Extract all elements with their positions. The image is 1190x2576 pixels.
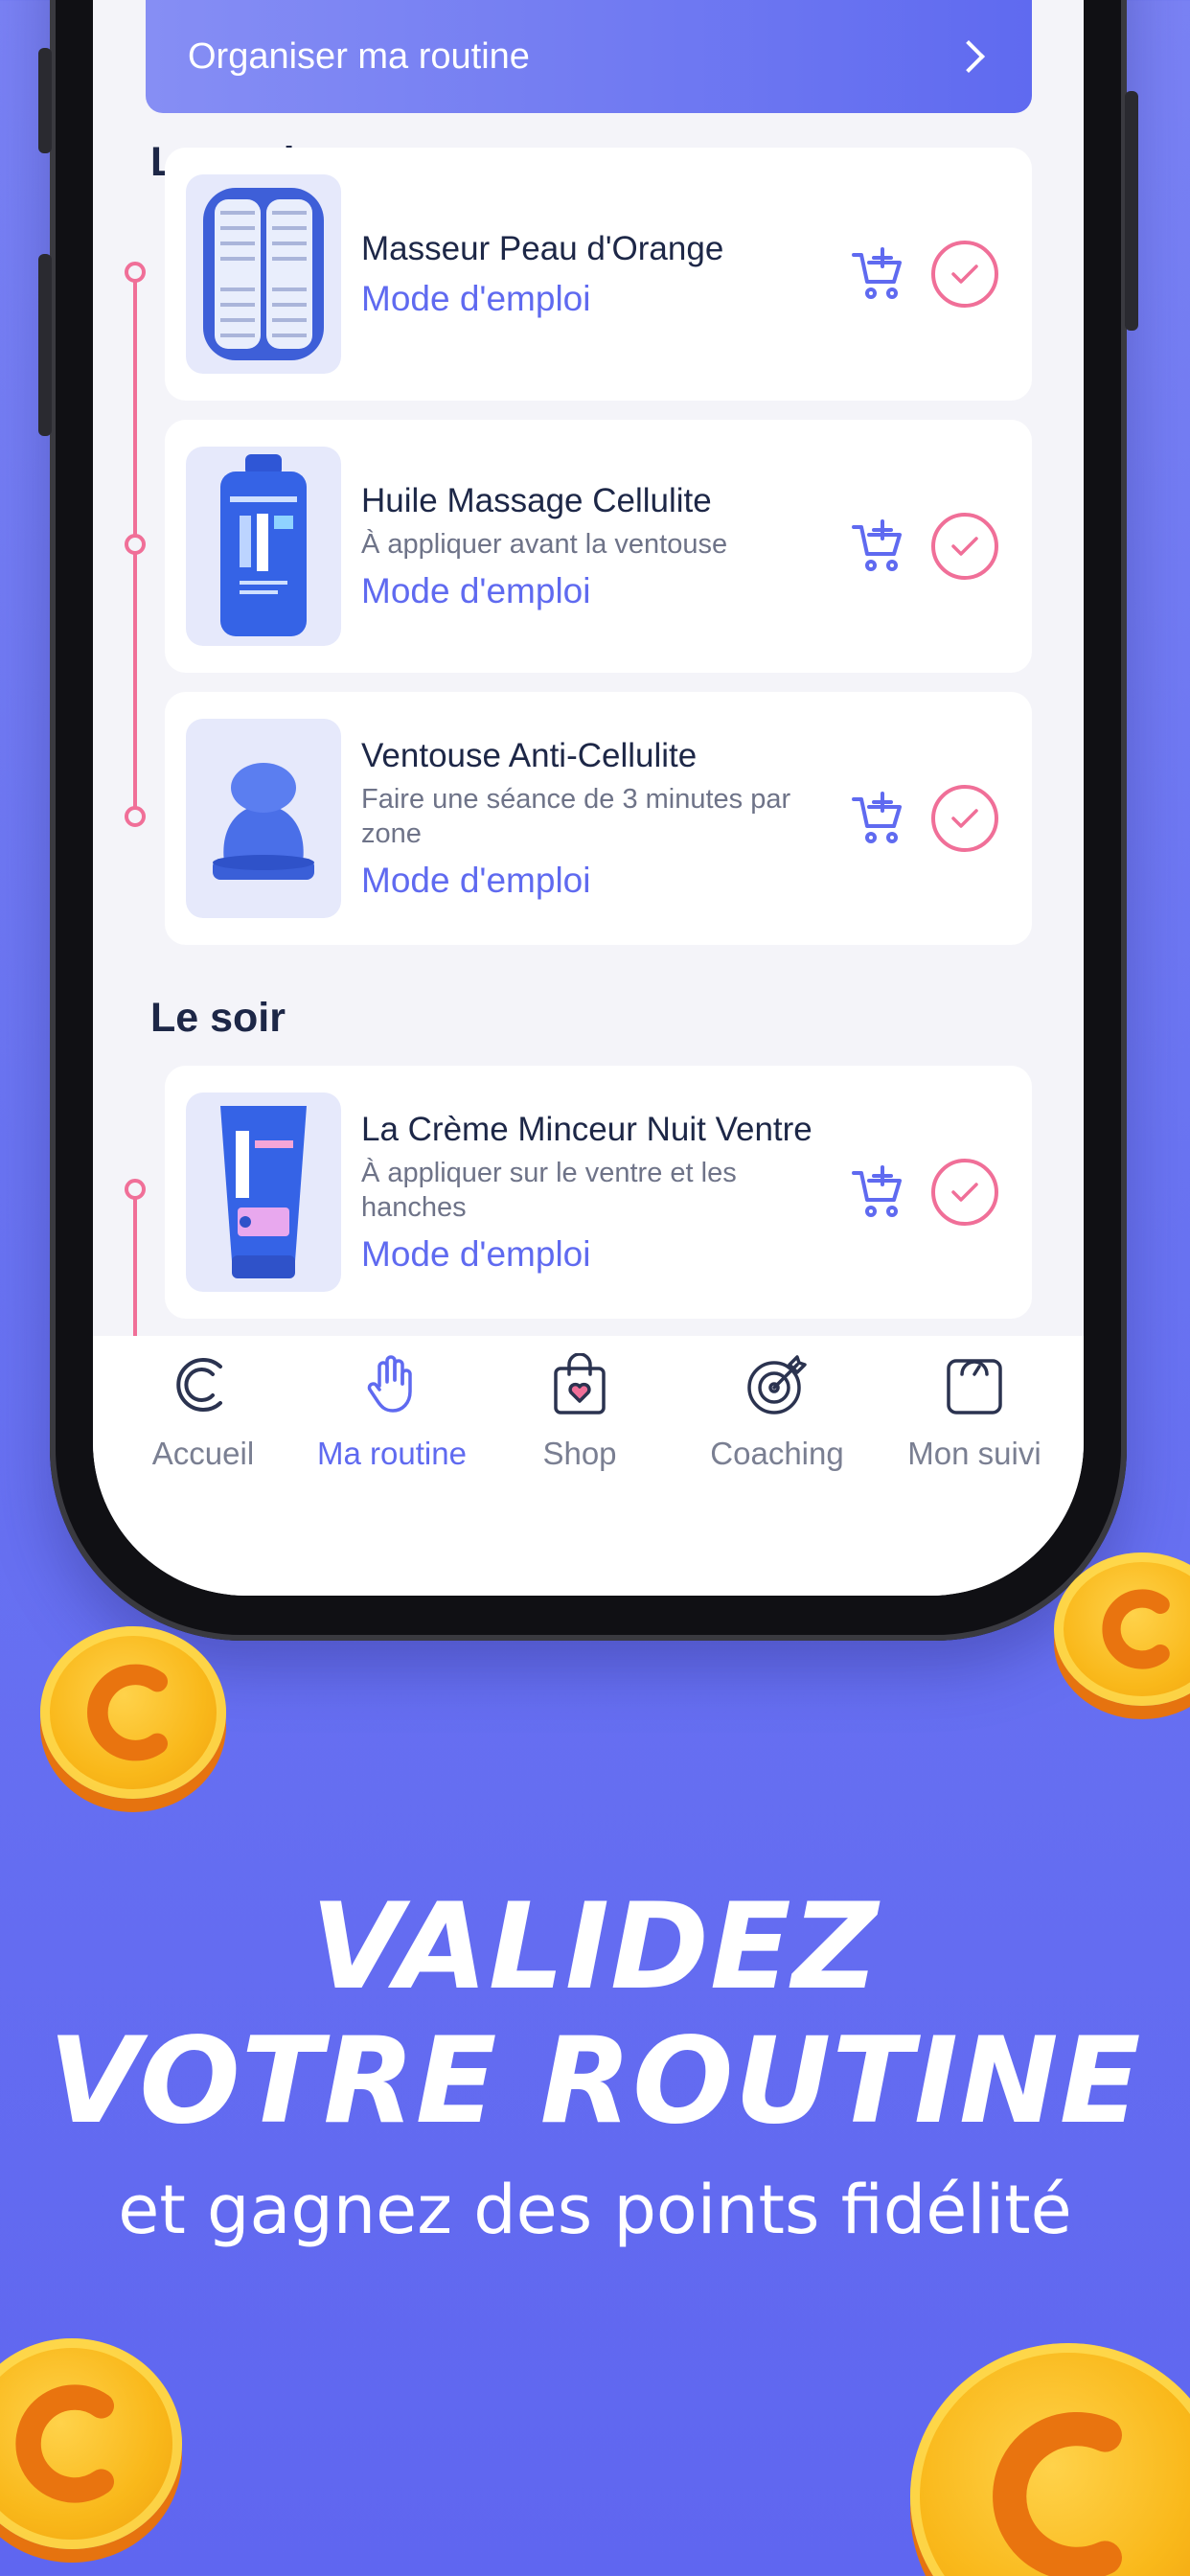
- validate-check-button[interactable]: [931, 241, 998, 308]
- bottom-tab-bar: Accueil Ma routine Shop Coaching Mon sui…: [93, 1336, 1084, 1596]
- coin-icon: [40, 1626, 226, 1799]
- product-card[interactable]: Masseur Peau d'Orange Mode d'emploi: [165, 148, 1032, 401]
- add-to-cart-icon[interactable]: [850, 245, 907, 303]
- tab-label: Accueil: [151, 1436, 255, 1471]
- shopping-bag-icon: [554, 1353, 606, 1414]
- tab-label: Coaching: [710, 1436, 844, 1471]
- organise-routine-label: Organiser ma routine: [188, 35, 530, 77]
- add-to-cart-icon[interactable]: [850, 790, 907, 847]
- instructions-link[interactable]: Mode d'emploi: [361, 571, 840, 611]
- coin-icon: [910, 2343, 1190, 2576]
- instructions-link[interactable]: Mode d'emploi: [361, 1234, 840, 1275]
- suction-cup-image: [186, 719, 341, 918]
- add-to-cart-icon[interactable]: [850, 518, 907, 575]
- validate-check-button[interactable]: [931, 1159, 998, 1226]
- product-subtitle: À appliquer avant la ventouse: [361, 528, 728, 560]
- tab-ma-routine[interactable]: Ma routine: [296, 1336, 488, 1489]
- coin-icon: [1054, 1552, 1190, 1706]
- hand-icon: [367, 1355, 412, 1413]
- product-title: Huile Massage Cellulite: [361, 481, 712, 519]
- timeline-line: [133, 1189, 137, 1343]
- section-title-evening: Le soir: [150, 995, 286, 1041]
- oil-bottle-image: [186, 447, 341, 646]
- timeline-dot: [125, 806, 146, 827]
- validate-check-button[interactable]: [931, 513, 998, 580]
- phone-frame: Organiser ma routine Le matin: [38, 0, 1138, 1641]
- tab-shop[interactable]: Shop: [484, 1336, 675, 1489]
- promo-headline-line1: VALIDEZ: [310, 1878, 880, 2016]
- tab-label: Shop: [542, 1436, 617, 1471]
- tab-coaching[interactable]: Coaching: [681, 1336, 873, 1489]
- timeline-dot: [125, 534, 146, 555]
- tab-label: Mon suivi: [907, 1436, 1041, 1471]
- cream-tube-image: [186, 1092, 341, 1292]
- tab-mon-suivi[interactable]: Mon suivi: [879, 1336, 1070, 1489]
- target-icon: [747, 1355, 807, 1414]
- product-subtitle: Faire une séance de 3 minutes par zone: [361, 783, 791, 849]
- scale-icon: [947, 1359, 1002, 1414]
- validate-check-button[interactable]: [931, 785, 998, 852]
- product-card[interactable]: La Crème Minceur Nuit Ventre À appliquer…: [165, 1066, 1032, 1319]
- instructions-link[interactable]: Mode d'emploi: [361, 861, 840, 901]
- promo-tagline: et gagnez des points fidélité: [118, 2171, 1072, 2249]
- product-title: Masseur Peau d'Orange: [361, 230, 724, 267]
- tab-accueil[interactable]: Accueil: [107, 1336, 299, 1489]
- product-title: Ventouse Anti-Cellulite: [361, 736, 698, 774]
- chevron-right-icon: [952, 40, 985, 73]
- coin-icon: [0, 2338, 182, 2549]
- instructions-link[interactable]: Mode d'emploi: [361, 279, 840, 319]
- tab-label: Ma routine: [317, 1436, 467, 1471]
- app-screen: Organiser ma routine Le matin: [93, 0, 1084, 1596]
- phone-side-button: [1125, 91, 1138, 331]
- organise-routine-button[interactable]: Organiser ma routine: [146, 0, 1032, 113]
- timeline-dot: [125, 262, 146, 283]
- add-to-cart-icon[interactable]: [850, 1163, 907, 1221]
- product-title: La Crème Minceur Nuit Ventre: [361, 1110, 812, 1148]
- product-card[interactable]: Huile Massage Cellulite À appliquer avan…: [165, 420, 1032, 673]
- product-card[interactable]: Ventouse Anti-Cellulite Faire une séance…: [165, 692, 1032, 945]
- promo-headline-line2: VOTRE ROUTINE: [48, 2012, 1142, 2150]
- roller-massager-image: [186, 174, 341, 374]
- phone-side-button: [38, 48, 52, 153]
- logo-c-icon: [176, 1358, 222, 1412]
- timeline-dot: [125, 1179, 146, 1200]
- phone-side-button: [38, 254, 52, 436]
- product-subtitle: À appliquer sur le ventre et les hanches: [361, 1157, 737, 1223]
